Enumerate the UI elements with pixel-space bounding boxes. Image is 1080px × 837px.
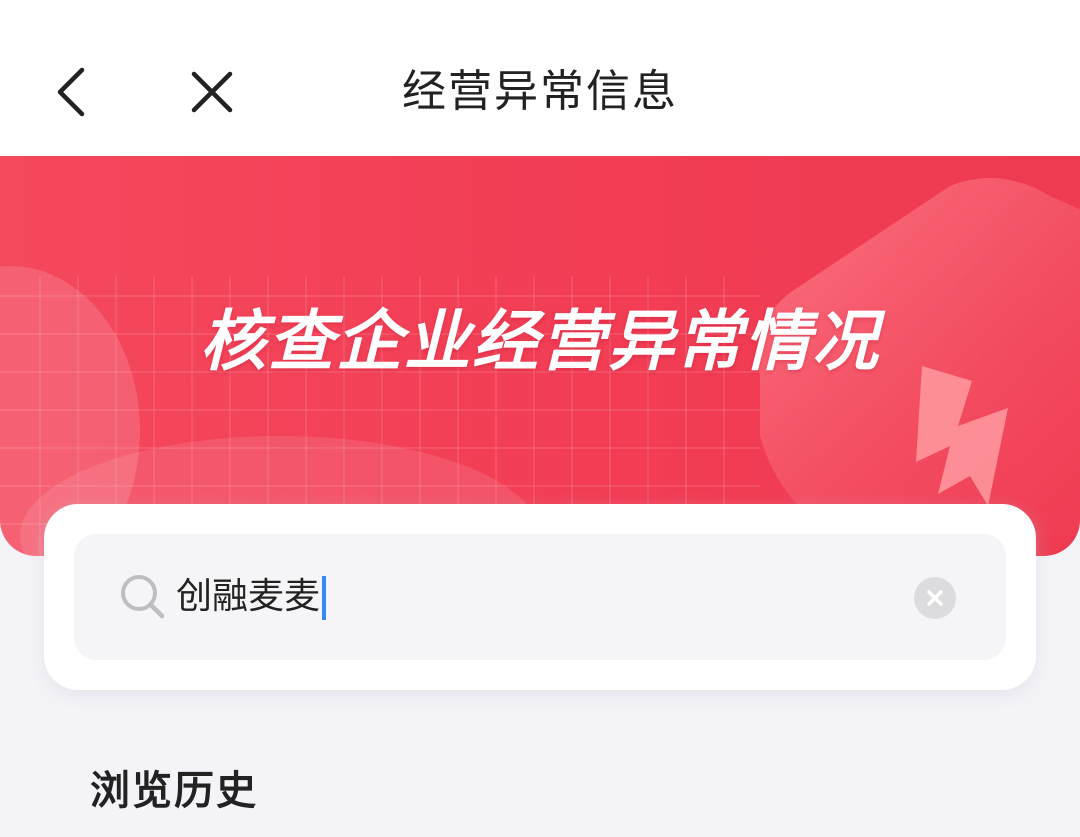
chevron-left-icon bbox=[57, 67, 85, 117]
search-card: 创融麦麦 bbox=[44, 504, 1036, 690]
banner: 核查企业经营异常情况 bbox=[0, 156, 1080, 556]
page-title: 经营异常信息 bbox=[402, 66, 678, 117]
search-input[interactable]: 创融麦麦 bbox=[74, 534, 1006, 660]
clear-icon bbox=[927, 590, 943, 606]
back-button[interactable] bbox=[40, 60, 104, 124]
browse-history-title: 浏览历史 bbox=[90, 768, 258, 814]
clear-button[interactable] bbox=[914, 577, 956, 619]
close-button[interactable] bbox=[180, 60, 244, 124]
search-icon bbox=[118, 572, 168, 622]
search-input-value: 创融麦麦 bbox=[176, 574, 327, 620]
text-caret bbox=[322, 576, 327, 620]
close-icon bbox=[191, 71, 233, 113]
navigation-bar: 经营异常信息 bbox=[0, 0, 1080, 156]
banner-headline: 核查企业经营异常情况 bbox=[200, 303, 880, 380]
